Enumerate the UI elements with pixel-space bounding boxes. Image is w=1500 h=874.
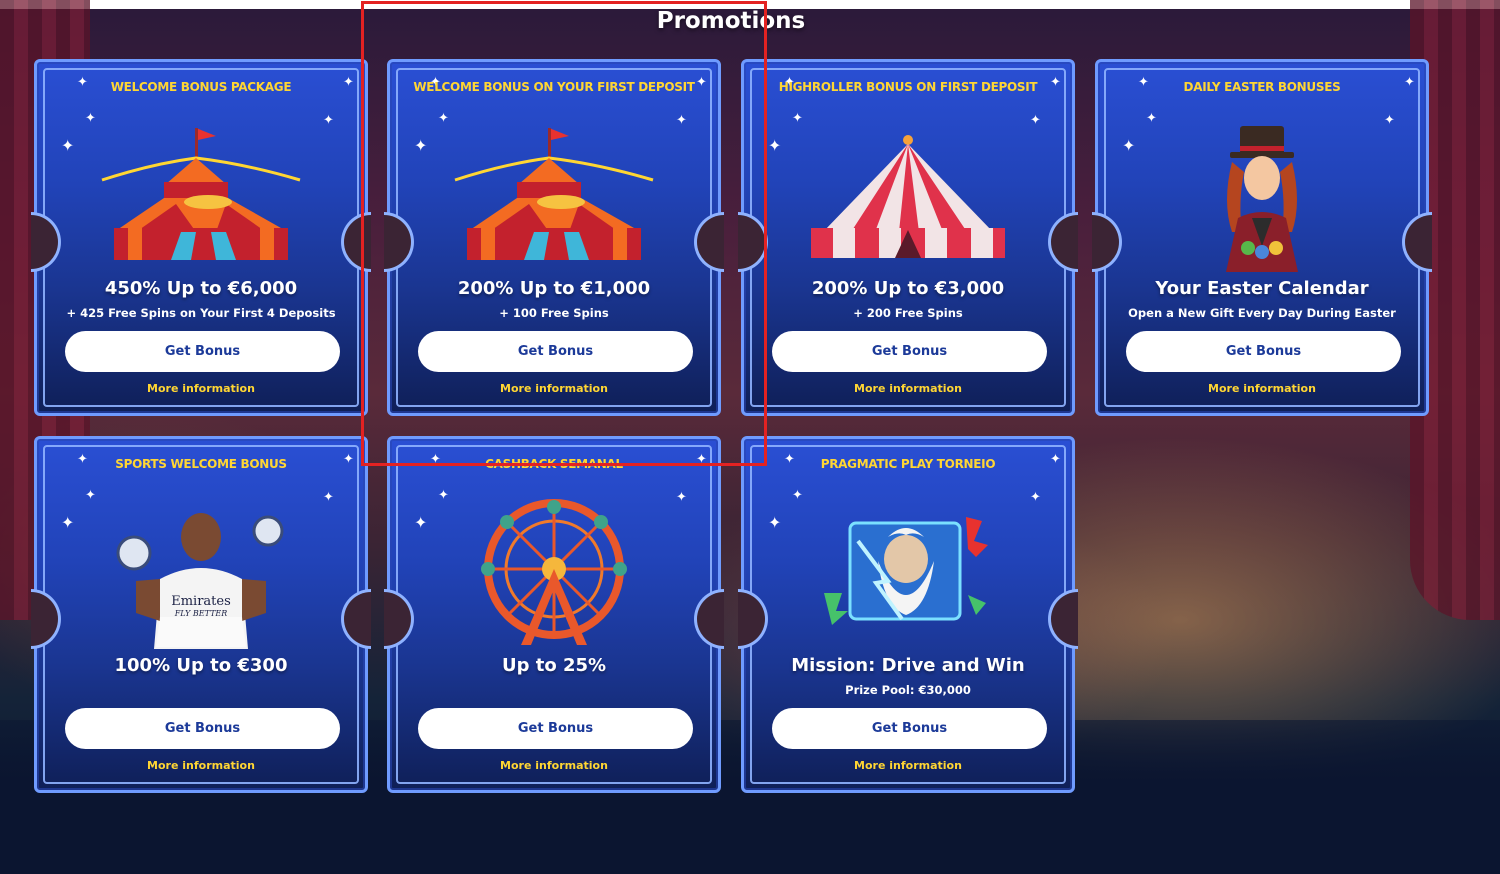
- card-headline: 200% Up to €3,000: [811, 278, 1005, 299]
- sparkle-icon: ✦: [1030, 113, 1041, 128]
- ticket-notch: [31, 212, 61, 272]
- card-headline: Up to 25%: [501, 655, 607, 676]
- sparkle-icon: ✦: [1122, 136, 1136, 155]
- ferris-wheel-image: [471, 499, 637, 651]
- circus-tent-image: [449, 124, 659, 266]
- promotions-grid: ✦ ✦ ✦ ✦ ✦ WELCOME BONUS PACKAGE 450% Up …: [0, 0, 1500, 874]
- promo-card: ✦ ✦ ✦ ✦ ✦ SPORTS WELCOME BONUS Emirates …: [31, 436, 371, 793]
- get-bonus-button[interactable]: Get Bonus: [418, 331, 693, 372]
- sparkle-icon: ✦: [438, 111, 449, 126]
- promo-card: ✦ ✦ ✦ ✦ ✦ DAILY EASTER BONUSES Your East…: [1092, 59, 1432, 416]
- ticket-notch: [738, 212, 768, 272]
- sparkle-icon: ✦: [85, 111, 96, 126]
- shirt-sponsor-name: Emirates: [171, 594, 231, 609]
- card-headline: 450% Up to €6,000: [104, 278, 298, 299]
- zeus-slot-image: [818, 511, 998, 633]
- more-information-link[interactable]: More information: [400, 382, 708, 395]
- sparkle-icon: ✦: [414, 136, 428, 155]
- more-information-link[interactable]: More information: [47, 759, 355, 772]
- sparkle-icon: ✦: [85, 488, 96, 503]
- more-information-link[interactable]: More information: [47, 382, 355, 395]
- sparkle-icon: ✦: [676, 490, 687, 505]
- card-title: SPORTS WELCOME BONUS: [115, 457, 287, 471]
- sparkle-icon: ✦: [61, 136, 75, 155]
- card-title: HIGHROLLER BONUS ON FIRST DEPOSIT: [778, 80, 1038, 94]
- ticket-notch: [1048, 212, 1078, 272]
- get-bonus-button[interactable]: Get Bonus: [1126, 331, 1401, 372]
- card-title: DAILY EASTER BONUSES: [1183, 80, 1341, 94]
- get-bonus-button[interactable]: Get Bonus: [418, 708, 693, 749]
- sparkle-icon: ✦: [323, 113, 334, 128]
- card-subtitle: Prize Pool: €30,000: [845, 683, 971, 697]
- ticket-notch: [384, 212, 414, 272]
- more-information-link[interactable]: More information: [400, 759, 708, 772]
- card-subtitle: + 200 Free Spins: [853, 306, 963, 320]
- promo-card: ✦ ✦ ✦ ✦ ✦ PRAGMATIC PLAY TORNEIO Mission…: [738, 436, 1078, 793]
- football-player-image: [116, 501, 286, 653]
- circus-tent-image: [96, 124, 306, 266]
- promo-card: ✦ ✦ ✦ ✦ ✦ WELCOME BONUS PACKAGE 450% Up …: [31, 59, 371, 416]
- sparkle-icon: ✦: [1384, 113, 1395, 128]
- ticket-notch: [694, 212, 724, 272]
- promo-card: ✦ ✦ ✦ ✦ ✦ CASHBACK SEMANAL Up to 25% Get…: [384, 436, 724, 793]
- more-information-link[interactable]: More information: [754, 759, 1062, 772]
- sparkle-icon: ✦: [1030, 490, 1041, 505]
- card-title: CASHBACK SEMANAL: [485, 457, 623, 471]
- card-subtitle: + 425 Free Spins on Your First 4 Deposit…: [66, 306, 336, 320]
- sparkle-icon: ✦: [414, 513, 428, 532]
- get-bonus-button[interactable]: Get Bonus: [65, 331, 340, 372]
- sparkle-icon: ✦: [438, 488, 449, 503]
- sparkle-icon: ✦: [792, 488, 803, 503]
- more-information-link[interactable]: More information: [1108, 382, 1416, 395]
- card-headline: 100% Up to €300: [114, 655, 288, 676]
- promo-card: ✦ ✦ ✦ ✦ ✦ WELCOME BONUS ON YOUR FIRST DE…: [384, 59, 724, 416]
- ringmaster-woman-image: [1202, 122, 1322, 276]
- card-headline: 200% Up to €1,000: [457, 278, 651, 299]
- player-shirt-sponsor: Emirates FLY BETTER: [37, 594, 365, 619]
- card-title: PRAGMATIC PLAY TORNEIO: [820, 457, 996, 471]
- sparkle-icon: ✦: [323, 490, 334, 505]
- ticket-notch: [694, 589, 724, 649]
- card-subtitle: + 100 Free Spins: [499, 306, 609, 320]
- ticket-notch: [384, 589, 414, 649]
- sparkle-icon: ✦: [768, 136, 782, 155]
- card-title: WELCOME BONUS PACKAGE: [110, 80, 292, 94]
- get-bonus-button[interactable]: Get Bonus: [772, 331, 1047, 372]
- ticket-notch: [1402, 212, 1432, 272]
- get-bonus-button[interactable]: Get Bonus: [772, 708, 1047, 749]
- card-subtitle: Open a New Gift Every Day During Easter: [1128, 306, 1396, 320]
- more-information-link[interactable]: More information: [754, 382, 1062, 395]
- ticket-notch: [738, 589, 768, 649]
- sparkle-icon: ✦: [768, 513, 782, 532]
- card-headline: Your Easter Calendar: [1155, 278, 1369, 299]
- ticket-notch: [341, 212, 371, 272]
- sparkle-icon: ✦: [792, 111, 803, 126]
- get-bonus-button[interactable]: Get Bonus: [65, 708, 340, 749]
- shirt-sponsor-tagline: FLY BETTER: [174, 609, 228, 618]
- ticket-notch: [1048, 589, 1078, 649]
- card-title: WELCOME BONUS ON YOUR FIRST DEPOSIT: [413, 80, 695, 94]
- card-headline: Mission: Drive and Win: [791, 655, 1025, 676]
- sparkle-icon: ✦: [1146, 111, 1157, 126]
- promo-card: ✦ ✦ ✦ ✦ ✦ HIGHROLLER BONUS ON FIRST DEPO…: [738, 59, 1078, 416]
- ticket-notch: [1092, 212, 1122, 272]
- sparkle-icon: ✦: [61, 513, 75, 532]
- sparkle-icon: ✦: [676, 113, 687, 128]
- red-white-tent-image: [803, 134, 1013, 266]
